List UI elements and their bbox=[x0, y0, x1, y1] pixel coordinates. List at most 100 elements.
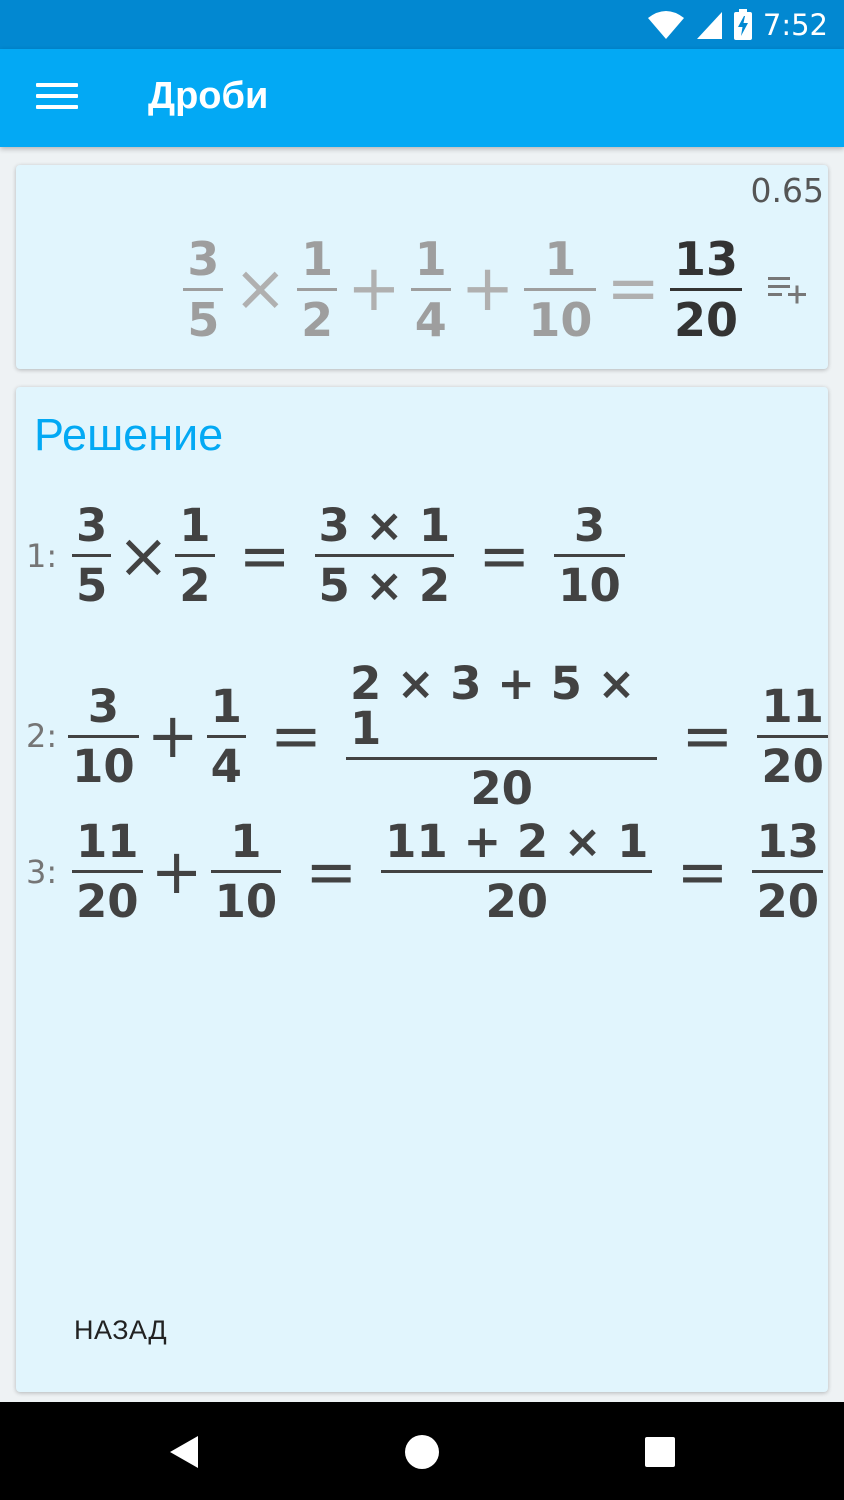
fraction-bar bbox=[314, 554, 455, 557]
denominator: 5 bbox=[187, 292, 220, 347]
numerator: 11 bbox=[761, 679, 824, 733]
hamburger-menu-icon[interactable] bbox=[36, 83, 78, 113]
app-title: Дроби bbox=[148, 75, 269, 117]
denominator: 20 bbox=[673, 292, 738, 347]
expression-card[interactable]: 0.65 3 5 × 1 2 + 1 4 + 1 10 = 13 20 bbox=[16, 165, 828, 369]
denominator: 20 bbox=[470, 762, 533, 815]
denominator: 4 bbox=[414, 292, 447, 347]
denominator: 20 bbox=[761, 739, 824, 793]
equals-sign: = bbox=[478, 518, 531, 592]
step-number: 1: bbox=[26, 536, 58, 575]
numerator: 1 bbox=[301, 231, 334, 286]
fraction-bar bbox=[183, 287, 224, 291]
operator: × bbox=[117, 518, 170, 592]
numerator: 2 × 3 + 5 × 1 bbox=[349, 657, 636, 755]
fraction-bar bbox=[297, 287, 338, 291]
back-triangle-icon[interactable] bbox=[164, 1432, 204, 1472]
equals-sign: = bbox=[238, 518, 291, 592]
step-number: 3: bbox=[26, 852, 58, 891]
fraction-bar bbox=[669, 287, 742, 291]
denominator: 5 bbox=[76, 559, 108, 612]
fraction-bar bbox=[410, 287, 451, 291]
fraction: 1 10 bbox=[524, 236, 597, 343]
numerator: 3 bbox=[573, 499, 606, 552]
home-circle-icon[interactable] bbox=[402, 1432, 442, 1472]
equals-sign: = bbox=[606, 252, 660, 326]
numerator: 1 bbox=[210, 679, 242, 733]
recents-square-icon[interactable] bbox=[640, 1432, 680, 1472]
status-bar: 7:52 bbox=[0, 0, 844, 49]
numerator: 3 × 1 bbox=[318, 499, 451, 552]
numerator: 1 bbox=[179, 499, 211, 552]
solution-step: 1: 3 5 × 1 2 = 3 × 1 5 × 2 = 3 10 bbox=[26, 503, 625, 608]
equals-sign: = bbox=[269, 699, 322, 772]
equals-sign: = bbox=[305, 834, 358, 908]
work-fraction: 3 × 1 5 × 2 bbox=[314, 499, 455, 612]
fraction: 1 2 bbox=[175, 499, 215, 608]
cell-signal-icon bbox=[696, 12, 722, 39]
decimal-result: 0.65 bbox=[750, 171, 824, 210]
app-bar: Дроби bbox=[0, 49, 844, 147]
result-fraction: 13 20 bbox=[752, 815, 824, 928]
fraction: 1 4 bbox=[206, 679, 246, 793]
fraction-bar bbox=[381, 870, 653, 873]
denominator: 10 bbox=[214, 875, 278, 928]
fraction: 1 2 bbox=[297, 231, 338, 347]
fraction: 3 5 bbox=[183, 231, 224, 347]
solution-card: Решение 1: 3 5 × 1 2 = 3 × 1 5 × 2 = 3 1… bbox=[16, 387, 828, 1392]
result-fraction: 3 10 bbox=[554, 503, 625, 608]
denominator: 10 bbox=[558, 559, 621, 612]
equals-sign: = bbox=[676, 834, 729, 908]
fraction: 1 4 bbox=[410, 231, 451, 347]
solution-title: Решение bbox=[34, 409, 224, 460]
numerator: 1 bbox=[414, 231, 447, 286]
navigation-bar bbox=[0, 1402, 844, 1500]
fraction: 3 10 bbox=[68, 684, 139, 789]
fraction-bar bbox=[752, 870, 824, 873]
denominator: 2 bbox=[301, 292, 334, 347]
operator: × bbox=[233, 252, 288, 326]
operator: + bbox=[146, 699, 199, 772]
playlist-add-icon[interactable] bbox=[766, 273, 812, 305]
fraction-bar bbox=[68, 734, 139, 738]
denominator: 20 bbox=[756, 875, 820, 928]
numerator: 13 bbox=[756, 815, 820, 868]
solution-step: 3: 11 20 + 1 10 = 11 + 2 × 1 20 = 13 20 bbox=[26, 815, 824, 928]
equals-sign: = bbox=[681, 699, 734, 772]
denominator: 20 bbox=[485, 875, 549, 928]
result-fraction: 13 20 bbox=[669, 231, 742, 347]
operator: + bbox=[347, 252, 401, 326]
denominator: 20 bbox=[76, 875, 139, 928]
fraction-bar bbox=[524, 287, 597, 291]
numerator: 3 bbox=[187, 231, 220, 286]
fraction-bar bbox=[72, 870, 143, 873]
denominator: 10 bbox=[72, 739, 135, 793]
fraction-bar bbox=[72, 554, 112, 557]
work-fraction: 2 × 3 + 5 × 1 20 bbox=[345, 657, 658, 815]
battery-charging-icon bbox=[733, 9, 752, 40]
wifi-icon bbox=[647, 11, 684, 39]
fraction-bar bbox=[554, 554, 625, 557]
step-number: 2: bbox=[26, 717, 58, 755]
operator: + bbox=[460, 252, 515, 326]
fraction-bar bbox=[210, 870, 282, 873]
numerator: 3 bbox=[87, 679, 120, 733]
work-fraction: 11 + 2 × 1 20 bbox=[381, 815, 653, 928]
solution-step: 2: 3 10 + 1 4 = 2 × 3 + 5 × 1 20 = 11 20 bbox=[26, 661, 828, 811]
fraction-bar bbox=[175, 554, 215, 557]
fraction-bar bbox=[345, 757, 658, 760]
clock: 7:52 bbox=[762, 8, 828, 42]
operator: + bbox=[150, 834, 203, 908]
expression: 3 5 × 1 2 + 1 4 + 1 10 = 13 20 bbox=[183, 227, 742, 351]
numerator: 11 bbox=[76, 815, 139, 868]
denominator: 5 × 2 bbox=[318, 559, 451, 612]
fraction-bar bbox=[206, 734, 246, 738]
fraction: 1 10 bbox=[210, 819, 282, 928]
numerator: 13 bbox=[673, 231, 738, 286]
back-button[interactable]: НАЗАД bbox=[74, 1315, 167, 1346]
numerator: 11 + 2 × 1 bbox=[385, 815, 649, 868]
denominator: 4 bbox=[210, 739, 242, 793]
numerator: 3 bbox=[76, 499, 108, 552]
result-fraction: 11 20 bbox=[757, 684, 828, 789]
fraction-bar bbox=[757, 734, 828, 738]
